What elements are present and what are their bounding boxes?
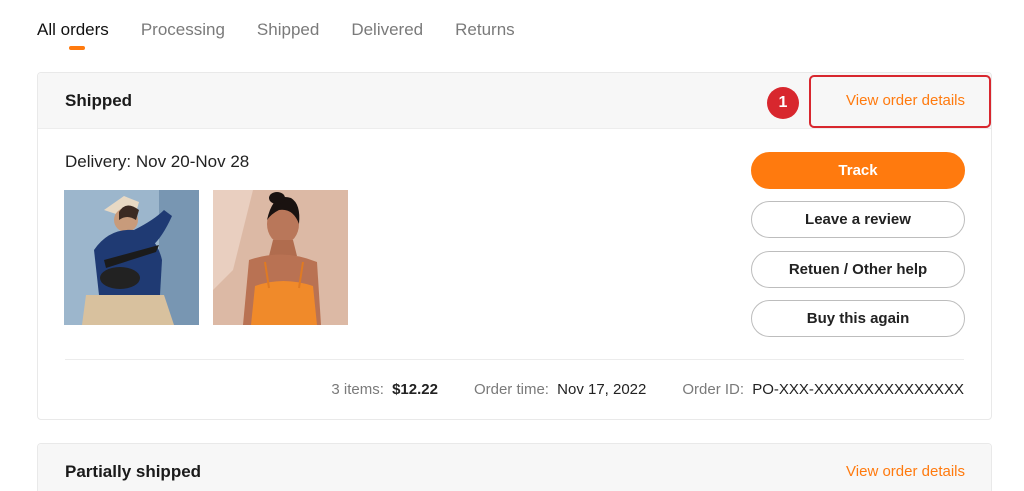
- tab-returns[interactable]: Returns: [455, 18, 515, 58]
- divider: [65, 359, 964, 360]
- items-label: 3 items:: [331, 381, 384, 398]
- order-id: Order ID: PO-XXX-XXXXXXXXXXXXXXX: [682, 381, 964, 398]
- tab-returns-label: Returns: [455, 20, 515, 39]
- order-card: Partially shipped View order details: [37, 443, 992, 491]
- items-total: $12.22: [392, 381, 438, 398]
- tab-delivered-label: Delivered: [351, 20, 424, 39]
- order-card-header: Partially shipped View order details: [38, 444, 991, 491]
- active-tab-indicator: [69, 46, 85, 50]
- tab-processing[interactable]: Processing: [141, 18, 225, 58]
- order-id-value: PO-XXX-XXXXXXXXXXXXXXX: [752, 381, 964, 398]
- tab-shipped-label: Shipped: [256, 20, 320, 39]
- product-photo-1: [64, 190, 199, 325]
- order-status: Partially shipped: [65, 462, 202, 481]
- return-help-button[interactable]: Retuen / Other help: [751, 251, 965, 288]
- tab-all-orders[interactable]: All orders: [37, 18, 109, 58]
- leave-review-button[interactable]: Leave a review: [751, 201, 965, 238]
- order-summary: 3 items: $12.22 Order time: Nov 17, 2022…: [295, 381, 964, 398]
- view-order-details-link[interactable]: View order details: [846, 463, 965, 480]
- order-time-value: Nov 17, 2022: [557, 381, 647, 398]
- step-badge: 1: [767, 87, 799, 119]
- order-status: Shipped: [65, 91, 133, 110]
- items-summary: 3 items: $12.22: [331, 381, 438, 398]
- order-card-header: Shipped 1 View order details: [38, 73, 991, 129]
- tab-processing-label: Processing: [140, 20, 225, 39]
- buy-again-button[interactable]: Buy this again: [751, 300, 965, 337]
- tab-delivered[interactable]: Delivered: [351, 18, 423, 58]
- order-card: Shipped 1 View order details Delivery: N…: [37, 72, 992, 420]
- tab-shipped[interactable]: Shipped: [257, 18, 319, 58]
- view-order-details-link[interactable]: View order details: [846, 92, 965, 109]
- track-button[interactable]: Track: [751, 152, 965, 189]
- product-photo-2: [213, 190, 348, 325]
- product-image[interactable]: [213, 190, 348, 325]
- order-time: Order time: Nov 17, 2022: [474, 381, 646, 398]
- delivery-window: Delivery: Nov 20-Nov 28: [65, 152, 250, 171]
- order-time-label: Order time:: [473, 381, 549, 398]
- order-id-label: Order ID:: [682, 381, 745, 398]
- tab-all-orders-label: All orders: [37, 20, 109, 39]
- order-tabs: All orders Processing Shipped Delivered …: [37, 18, 547, 58]
- product-image[interactable]: [64, 190, 199, 325]
